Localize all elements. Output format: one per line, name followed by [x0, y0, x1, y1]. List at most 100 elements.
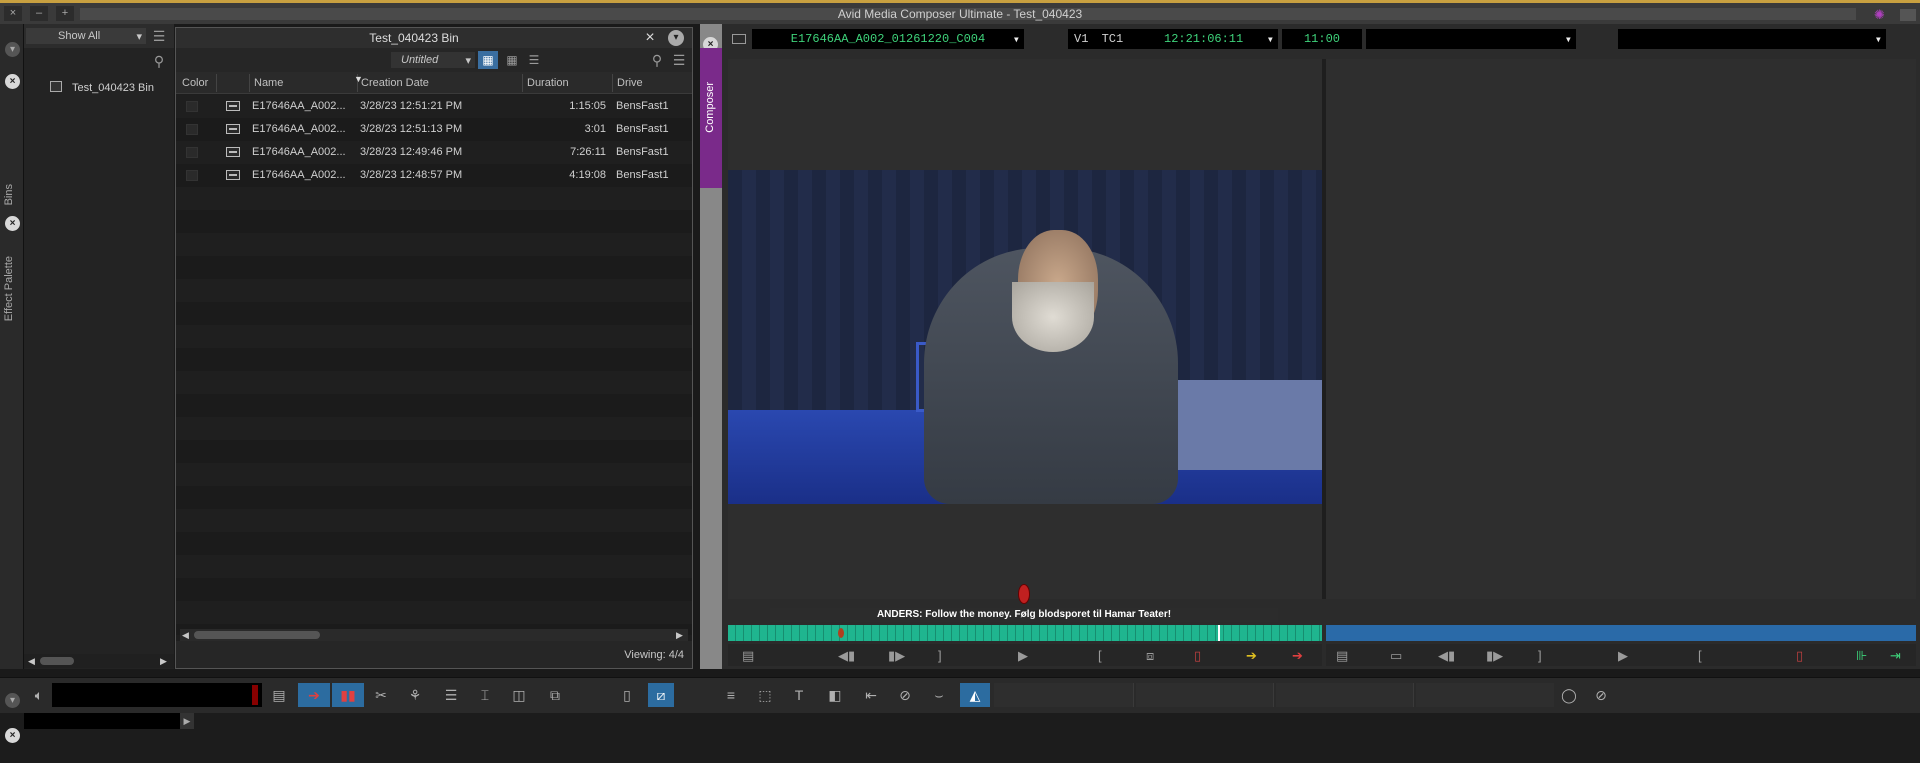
lift-icon[interactable]: ⊪: [1856, 648, 1867, 664]
match-frame-icon[interactable]: ▭: [1390, 648, 1402, 664]
trim-mode-icon[interactable]: ▮▮: [332, 683, 364, 707]
mark-out-icon[interactable]: ]: [1538, 648, 1542, 663]
search-icon[interactable]: ⚲: [648, 51, 666, 69]
hamburger-menu-icon[interactable]: ☰: [670, 51, 688, 69]
record-tc-display[interactable]: ▾: [1618, 29, 1886, 49]
text-view-icon[interactable]: ▦: [478, 51, 498, 69]
mark-clip-icon[interactable]: ⧈: [1146, 648, 1154, 664]
column-duration[interactable]: Duration: [527, 77, 569, 89]
step-back-icon[interactable]: ◀▮: [838, 648, 855, 664]
record-monitor[interactable]: [1326, 59, 1916, 599]
chevron-down-icon[interactable]: ▾: [5, 693, 20, 708]
column-name[interactable]: Name: [254, 77, 283, 89]
table-row[interactable]: E17646AA_A002... 3/28/23 12:51:13 PM 3:0…: [176, 118, 692, 141]
play-icon[interactable]: ▶: [1018, 648, 1028, 664]
position-marker[interactable]: [1018, 584, 1030, 604]
source-position-bar[interactable]: [728, 625, 1322, 641]
sliders-icon[interactable]: ≡: [718, 683, 744, 707]
scrollbar-thumb[interactable]: [40, 657, 74, 665]
table-row[interactable]: E17646AA_A002... 3/28/23 12:49:46 PM 7:2…: [176, 141, 692, 164]
monitor-select-icon[interactable]: ⧄: [648, 683, 674, 707]
scroll-right-icon[interactable]: ▶: [676, 630, 683, 641]
bins-scrollbar[interactable]: ◀ ▶: [24, 654, 174, 668]
tab-effect-palette[interactable]: Effect Palette: [3, 256, 15, 321]
scroll-right-icon[interactable]: ▶: [160, 656, 167, 667]
tab-composer[interactable]: Composer: [700, 48, 722, 188]
timeline-tc-display[interactable]: [52, 683, 262, 707]
mask-icon[interactable]: ◧: [822, 683, 848, 707]
scroll-left-icon[interactable]: ◀: [28, 656, 35, 667]
color-swatch[interactable]: [186, 101, 198, 112]
record-menu-icon[interactable]: ▤: [1336, 648, 1348, 664]
close-bin-icon[interactable]: ×: [642, 29, 658, 46]
close-effect-palette-icon[interactable]: ×: [5, 216, 20, 231]
splice-in-icon[interactable]: ➔: [1246, 648, 1257, 664]
toolbar-slot[interactable]: [1416, 683, 1554, 707]
script-view-icon[interactable]: ☰: [524, 51, 544, 69]
bin-horizontal-scrollbar[interactable]: ◀ ▶: [180, 629, 688, 641]
align-icon[interactable]: ▯: [614, 683, 640, 707]
column-creation-date[interactable]: Creation Date: [361, 77, 429, 89]
extract-icon[interactable]: ⇥: [1890, 648, 1901, 664]
overwrite-icon[interactable]: ➔: [1292, 648, 1303, 664]
record-circle-icon[interactable]: ◯: [1556, 683, 1582, 707]
add-edit-icon[interactable]: ⌶: [472, 683, 498, 707]
render-icon[interactable]: ⇤: [858, 683, 884, 707]
step-back-icon[interactable]: ◀▮: [1438, 648, 1455, 664]
scroll-left-icon[interactable]: ◀: [182, 630, 189, 641]
color-swatch[interactable]: [186, 147, 198, 158]
list-icon[interactable]: ☰: [438, 683, 464, 707]
play-icon[interactable]: ▶: [180, 713, 194, 729]
audio-curve-icon[interactable]: ⌣: [926, 683, 952, 707]
clear-marks-icon[interactable]: ▯: [1194, 648, 1201, 664]
toolbar-slot[interactable]: [994, 683, 1134, 707]
disable-icon[interactable]: ⊘: [892, 683, 918, 707]
bin-list-item[interactable]: Test_040423 Bin: [50, 80, 174, 96]
column-color[interactable]: Color: [182, 77, 208, 89]
scissors-icon[interactable]: ✂: [368, 683, 394, 707]
bins-filter-dropdown[interactable]: Show All ▾: [26, 28, 146, 44]
tab-bins[interactable]: Bins: [3, 184, 15, 205]
segment-mode-icon[interactable]: ➔: [298, 683, 330, 707]
toolbar-slot[interactable]: [1276, 683, 1414, 707]
timeline-scrub-display[interactable]: ▶: [24, 713, 194, 729]
link-icon[interactable]: ⧉: [542, 683, 568, 707]
playhead[interactable]: [1218, 625, 1221, 641]
title-tool-icon[interactable]: T: [786, 683, 812, 707]
search-icon[interactable]: ⚲: [150, 53, 168, 69]
transition-icon[interactable]: ⚘: [402, 683, 428, 707]
play-icon[interactable]: ▶: [1618, 648, 1628, 664]
timecode-display[interactable]: V1 TC1 12:21:06:11 ▾: [1068, 29, 1278, 49]
chevron-down-icon[interactable]: ▾: [668, 30, 684, 46]
color-swatch[interactable]: [186, 124, 198, 135]
timeline-menu-icon[interactable]: ▤: [266, 683, 292, 707]
clear-marks-icon[interactable]: ▯: [1796, 648, 1803, 664]
step-forward-icon[interactable]: ▮▶: [1486, 648, 1503, 664]
ripple-icon[interactable]: ◭: [960, 683, 990, 707]
mark-out-icon[interactable]: ]: [938, 648, 942, 663]
mark-in-icon[interactable]: [: [1098, 648, 1102, 663]
split-icon[interactable]: ◫: [506, 683, 532, 707]
hamburger-menu-icon[interactable]: ☰: [150, 28, 168, 44]
mark-in-icon[interactable]: [: [1698, 648, 1702, 663]
chevron-down-icon[interactable]: ▾: [5, 42, 20, 57]
effect-icon[interactable]: ⬚: [752, 683, 778, 707]
clip-name-display[interactable]: E17646AA_A002_01261220_C004 ▾: [752, 29, 1024, 49]
record-position-bar[interactable]: [1326, 625, 1916, 641]
speaker-icon[interactable]: 🔈︎: [26, 683, 52, 707]
duration-display[interactable]: 11:00: [1282, 29, 1362, 49]
close-timeline-icon[interactable]: ×: [5, 728, 20, 743]
table-row[interactable]: E17646AA_A002... 3/28/23 12:51:21 PM 1:1…: [176, 95, 692, 118]
source-menu-icon[interactable]: ▤: [742, 648, 754, 664]
no-monitor-icon[interactable]: ⊘: [1588, 683, 1614, 707]
scrollbar-thumb[interactable]: [194, 631, 320, 639]
color-swatch[interactable]: [186, 170, 198, 181]
toolbar-slot[interactable]: [1136, 683, 1274, 707]
step-forward-icon[interactable]: ▮▶: [888, 648, 905, 664]
monitor-icon[interactable]: [732, 34, 746, 44]
source-tc-display[interactable]: ▾: [1366, 29, 1576, 49]
bin-view-dropdown[interactable]: Untitled ▾: [391, 52, 475, 68]
frame-view-icon[interactable]: ▦: [502, 51, 522, 69]
close-bins-icon[interactable]: ×: [5, 74, 20, 89]
window-menu-icon[interactable]: [1900, 9, 1916, 21]
